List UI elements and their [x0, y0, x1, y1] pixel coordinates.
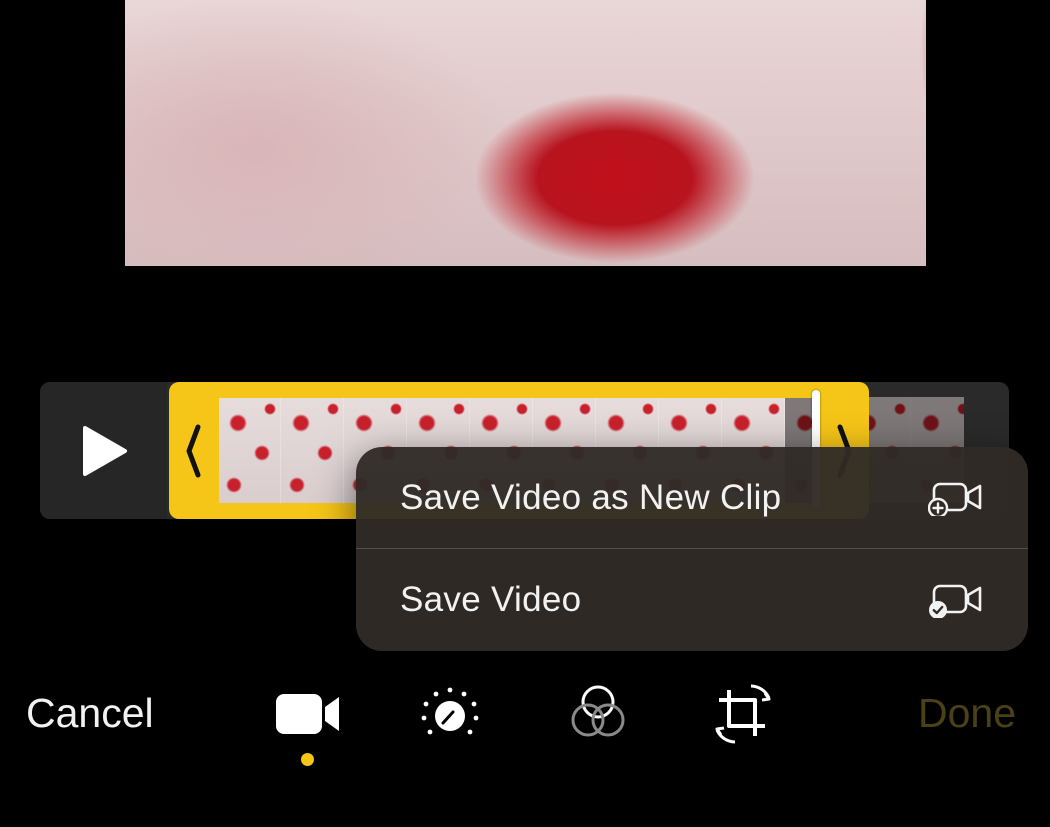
crop-tool-button[interactable] [703, 682, 783, 746]
video-check-icon [928, 582, 984, 618]
filmstrip-frame [218, 397, 281, 503]
video-preview [125, 0, 926, 266]
cancel-button[interactable]: Cancel [26, 688, 154, 738]
play-icon [82, 425, 127, 476]
save-as-new-clip-menu-item[interactable]: Save Video as New Clip [356, 447, 1028, 548]
crop-rotate-icon [715, 684, 771, 744]
adjust-tool-button[interactable] [410, 682, 490, 746]
menu-item-label: Save Video as New Clip [400, 477, 782, 517]
video-add-icon [928, 480, 984, 516]
menu-item-label: Save Video [400, 579, 582, 619]
video-camera-icon [276, 694, 339, 734]
save-menu: Save Video as New Clip Save Video [356, 447, 1028, 651]
video-tool-button[interactable] [268, 682, 348, 746]
filters-circles-icon [571, 685, 625, 737]
active-tool-indicator [301, 753, 314, 766]
filters-tool-button[interactable] [558, 682, 638, 746]
trim-handle-left[interactable] [169, 382, 219, 519]
chevron-left-icon [186, 424, 201, 477]
done-button[interactable]: Done [918, 688, 1016, 738]
play-button[interactable] [40, 382, 167, 519]
filmstrip-frame [281, 397, 344, 503]
adjust-dial-icon [421, 687, 479, 735]
save-video-menu-item[interactable]: Save Video [356, 549, 1028, 650]
